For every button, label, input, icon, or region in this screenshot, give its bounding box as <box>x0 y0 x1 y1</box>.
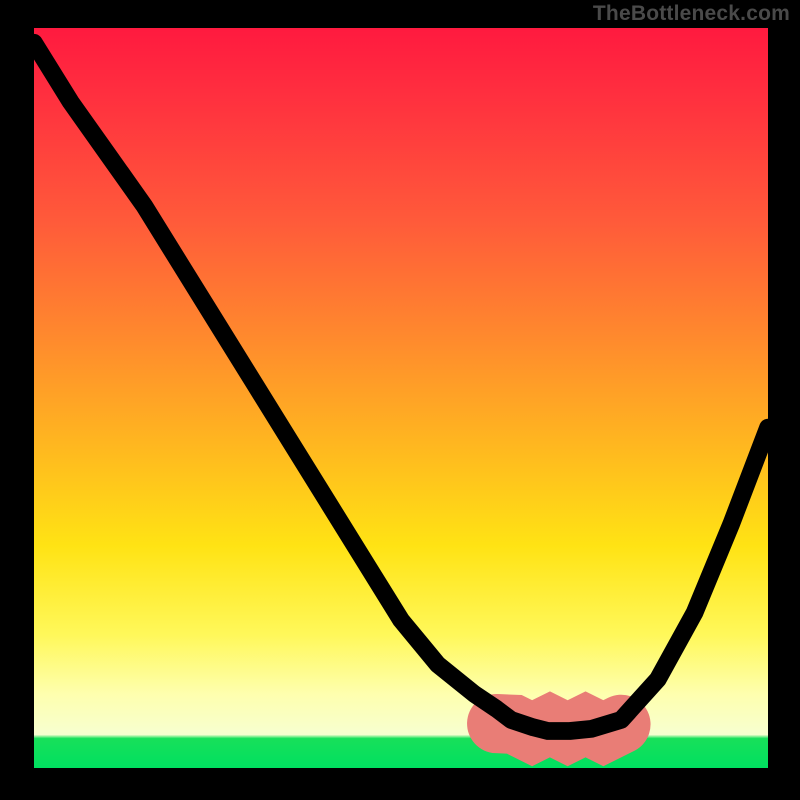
main-curve <box>34 43 768 731</box>
chart-container: TheBottleneck.com <box>0 0 800 800</box>
plot-area <box>34 28 768 768</box>
watermark-text: TheBottleneck.com <box>593 2 790 26</box>
curve-svg <box>34 28 768 768</box>
